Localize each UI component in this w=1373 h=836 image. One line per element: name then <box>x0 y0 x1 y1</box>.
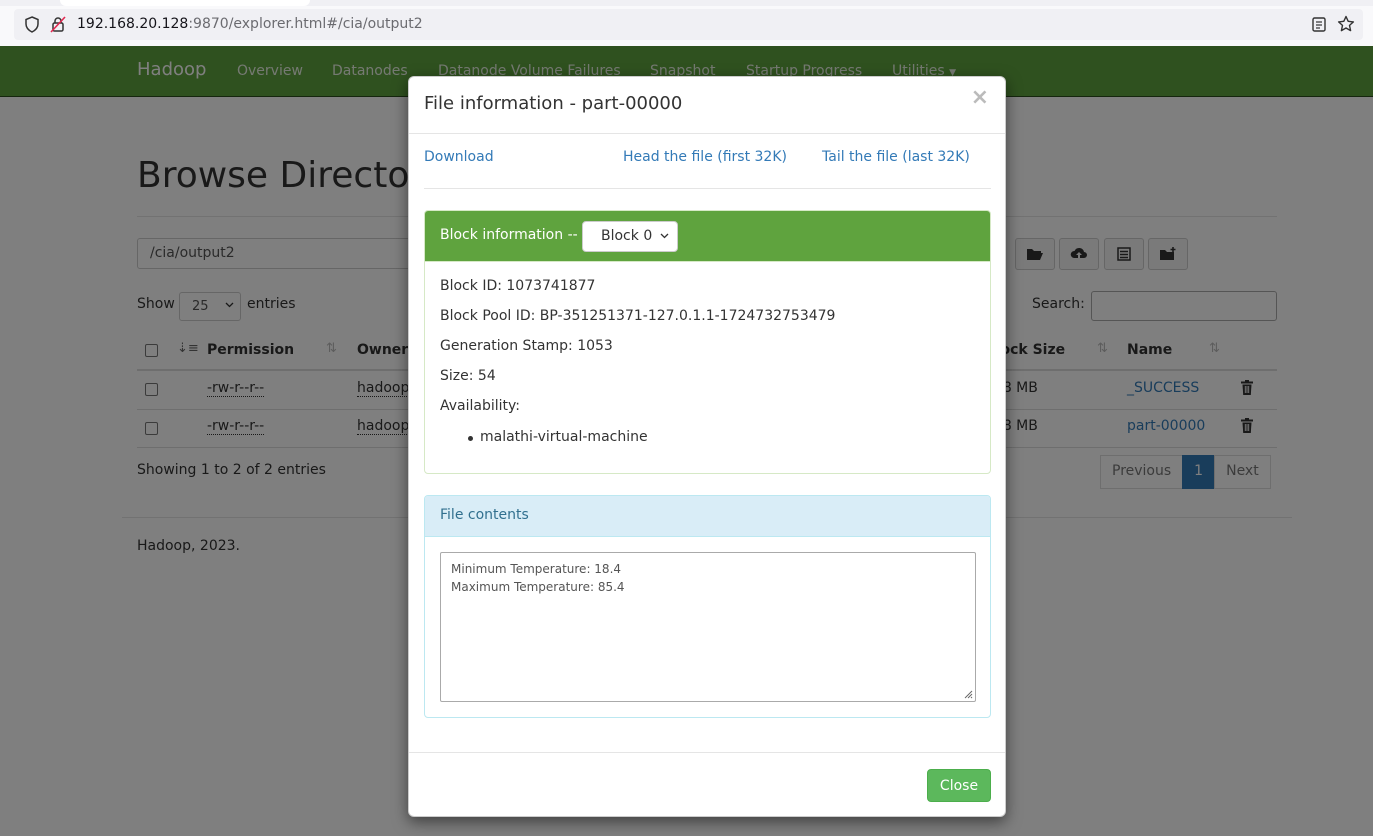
block-info-panel: Block information -- Block 0 Block ID: 1… <box>424 210 991 474</box>
insecure-lock-icon[interactable] <box>50 16 66 33</box>
file-contents-textarea[interactable]: Minimum Temperature: 18.4 Maximum Temper… <box>440 552 976 702</box>
block-info-header: Block information -- Block 0 <box>425 211 990 262</box>
file-contents-header: File contents <box>425 496 990 537</box>
head-file-link[interactable]: Head the file (first 32K) <box>623 149 787 165</box>
block-select-value: Block 0 <box>601 228 653 244</box>
block-size: Size: 54 <box>440 368 496 384</box>
block-select[interactable]: Block 0 <box>582 221 678 252</box>
tail-file-link[interactable]: Tail the file (last 32K) <box>822 149 970 165</box>
close-button[interactable]: Close <box>927 769 991 802</box>
modal-header: File information - part-00000 × <box>409 77 1005 134</box>
download-link[interactable]: Download <box>424 149 494 165</box>
list-bullet <box>468 436 473 441</box>
url-text[interactable]: 192.168.20.128:9870/explorer.html#/cia/o… <box>77 16 423 32</box>
availability-label: Availability: <box>440 398 521 414</box>
file-info-modal: File information - part-00000 × Download… <box>408 76 1006 817</box>
bookmark-star-icon[interactable] <box>1337 15 1355 33</box>
generation-stamp: Generation Stamp: 1053 <box>440 338 613 354</box>
file-contents-panel: File contents Minimum Temperature: 18.4 … <box>424 495 991 718</box>
file-contents-title: File contents <box>440 507 529 523</box>
resize-grip-icon[interactable] <box>964 690 973 699</box>
block-pool-id: Block Pool ID: BP-351251371-127.0.1.1-17… <box>440 308 836 324</box>
active-tab[interactable] <box>60 0 310 6</box>
browser-toolbar: 192.168.20.128:9870/explorer.html#/cia/o… <box>0 0 1373 48</box>
url-bar[interactable]: 192.168.20.128:9870/explorer.html#/cia/o… <box>14 9 1363 40</box>
url-path: :9870/explorer.html#/cia/output2 <box>188 16 423 32</box>
tab-strip <box>0 0 1373 6</box>
availability-host: malathi-virtual-machine <box>480 429 648 445</box>
shield-icon[interactable] <box>24 16 40 33</box>
modal-footer: Close <box>409 752 1005 816</box>
block-id: Block ID: 1073741877 <box>440 278 596 294</box>
reader-view-icon[interactable] <box>1311 16 1327 33</box>
close-icon[interactable]: × <box>971 87 989 109</box>
file-actions: Download Head the file (first 32K) Tail … <box>424 149 991 189</box>
chevron-down-icon <box>660 233 669 239</box>
block-info-label: Block information -- <box>440 227 578 243</box>
file-contents-text: Minimum Temperature: 18.4 Maximum Temper… <box>451 562 625 594</box>
url-host: 192.168.20.128 <box>77 16 189 32</box>
modal-title: File information - part-00000 <box>424 93 683 114</box>
